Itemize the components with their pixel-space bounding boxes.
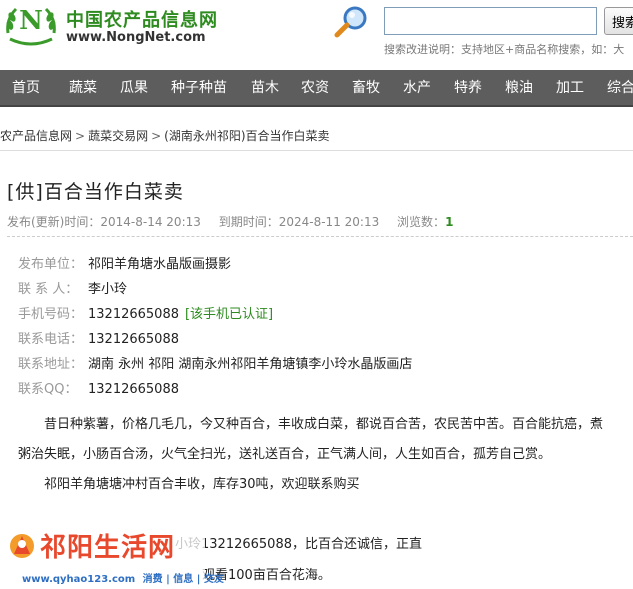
mobile-row: 手机号码： 13212665088 [该手机已认证] [18, 303, 274, 322]
breadcrumb-separator: > [75, 129, 86, 143]
nav-item-seeds[interactable]: 种子种苗 [171, 70, 227, 107]
search-hint: 搜索改进说明：支持地区+商品名称搜索，如：大 [384, 43, 625, 56]
breadcrumb-current: (湖南永州祁阳)百合当作白菜卖 [164, 129, 330, 143]
person-row: 联 系 人： 李小玲 [18, 278, 128, 297]
page-title: [供]百合当作白菜卖 [7, 181, 184, 203]
breadcrumb: 农产品信息网 > 蔬菜交易网 > (湖南永州祁阳)百合当作白菜卖 [0, 127, 330, 143]
site-header: N 中国农产品信息网 www.NongNet.com 搜索 搜索改进说明：支持地… [0, 0, 633, 70]
search-button[interactable]: 搜索 [604, 7, 633, 35]
nav-item-agri-supplies[interactable]: 农资 [301, 70, 329, 107]
breadcrumb-home[interactable]: 农产品信息网 [0, 129, 72, 143]
breadcrumb-separator: > [151, 129, 162, 143]
phone-label: 联系电话： [18, 332, 84, 347]
qq-row: 联系QQ： 13212665088 [18, 378, 179, 397]
address-label: 联系地址： [18, 357, 84, 372]
nav-item-home[interactable]: 首页 [12, 70, 40, 107]
nav-item-saplings[interactable]: 苗木 [251, 70, 279, 107]
description-paragraph: 小玲13212665088，比百合还诚信，正直 [175, 537, 422, 552]
description-paragraph: 观看100亩百合花海。 [202, 568, 331, 583]
expires-label: 到期时间： [218, 215, 279, 229]
svg-text:N: N [19, 6, 43, 36]
nav-item-grain-oil[interactable]: 粮油 [505, 70, 533, 107]
company-value[interactable]: 祁阳羊角塘水晶版画摄影 [88, 257, 231, 272]
divider [7, 236, 633, 237]
company-row: 发布单位： 祁阳羊角塘水晶版画摄影 [18, 253, 231, 272]
views-count: 1 [445, 215, 454, 229]
main-nav: 首页 蔬菜 瓜果 种子种苗 苗木 农资 畜牧 水产 特养 粮油 加工 综合 [0, 70, 633, 107]
mobile-value: 13212665088 [88, 307, 179, 322]
nav-item-general[interactable]: 综合 [607, 70, 633, 107]
site-url[interactable]: www.NongNet.com [66, 30, 206, 45]
qq-label: 联系QQ： [18, 382, 78, 397]
watermark-url: www.qyhao123.com [22, 574, 136, 585]
listing-description-continued: 小玲13212665088，比百合还诚信，正直 [175, 530, 615, 560]
person-value: 李小玲 [88, 282, 128, 297]
person-label: 联 系 人： [18, 282, 79, 297]
site-name[interactable]: 中国农产品信息网 [66, 6, 218, 32]
breadcrumb-category[interactable]: 蔬菜交易网 [88, 129, 148, 143]
divider [0, 150, 633, 151]
nav-item-special-breeding[interactable]: 特养 [454, 70, 482, 107]
nav-item-processing[interactable]: 加工 [556, 70, 584, 107]
nav-item-aquatic[interactable]: 水产 [403, 70, 431, 107]
expires-time: 2024-8-11 20:13 [278, 215, 380, 229]
nav-item-vegetables[interactable]: 蔬菜 [69, 70, 97, 107]
nav-item-fruits[interactable]: 瓜果 [120, 70, 148, 107]
watermark-subtitle: www.qyhao123.com 消费 | 信息 | 交友 [22, 570, 224, 585]
address-row: 联系地址： 湖南 永州 祁阳 湖南永州祁阳羊角塘镇李小玲水晶版画店 [18, 353, 413, 372]
listing-description: 昔日种紫薯，价格几毛几，今又种百合，丰收成白菜，都说百合苦，农民苦中苦。百合能抗… [18, 410, 614, 500]
wheat-logo-icon[interactable]: N [2, 3, 60, 49]
description-paragraph: 祁阳羊角塘塘冲村百合丰收，库存30吨，欢迎联系购买 [44, 477, 360, 492]
mobile-label: 手机号码： [18, 307, 84, 322]
nav-item-livestock[interactable]: 畜牧 [352, 70, 380, 107]
published-time: 2014-8-14 20:13 [100, 215, 201, 229]
company-label: 发布单位： [18, 257, 84, 272]
magnifier-icon [334, 6, 367, 38]
watermark-title: 祁阳生活网 [40, 533, 176, 563]
listing-meta: 发布(更新)时间：2014-8-14 20:13 到期时间：2024-8-11 … [7, 213, 453, 230]
phone-value: 13212665088 [88, 332, 179, 347]
watermark-tags: 消费 | 信息 | 交友 [142, 574, 224, 585]
mobile-verified-badge: [该手机已认证] [184, 307, 274, 322]
description-paragraph: 昔日种紫薯，价格几毛几，今又种百合，丰收成白菜，都说百合苦，农民苦中苦。百合能抗… [18, 417, 604, 462]
address-value: 湖南 永州 祁阳 湖南永州祁阳羊角塘镇李小玲水晶版画店 [88, 357, 413, 372]
published-label: 发布(更新)时间： [7, 215, 101, 229]
listing-description-end: 观看100亩百合花海。 [202, 561, 614, 589]
views-label: 浏览数： [397, 215, 446, 229]
phone-row: 联系电话： 13212665088 [18, 328, 179, 347]
qq-value: 13212665088 [88, 382, 179, 397]
search-input[interactable] [384, 7, 597, 35]
